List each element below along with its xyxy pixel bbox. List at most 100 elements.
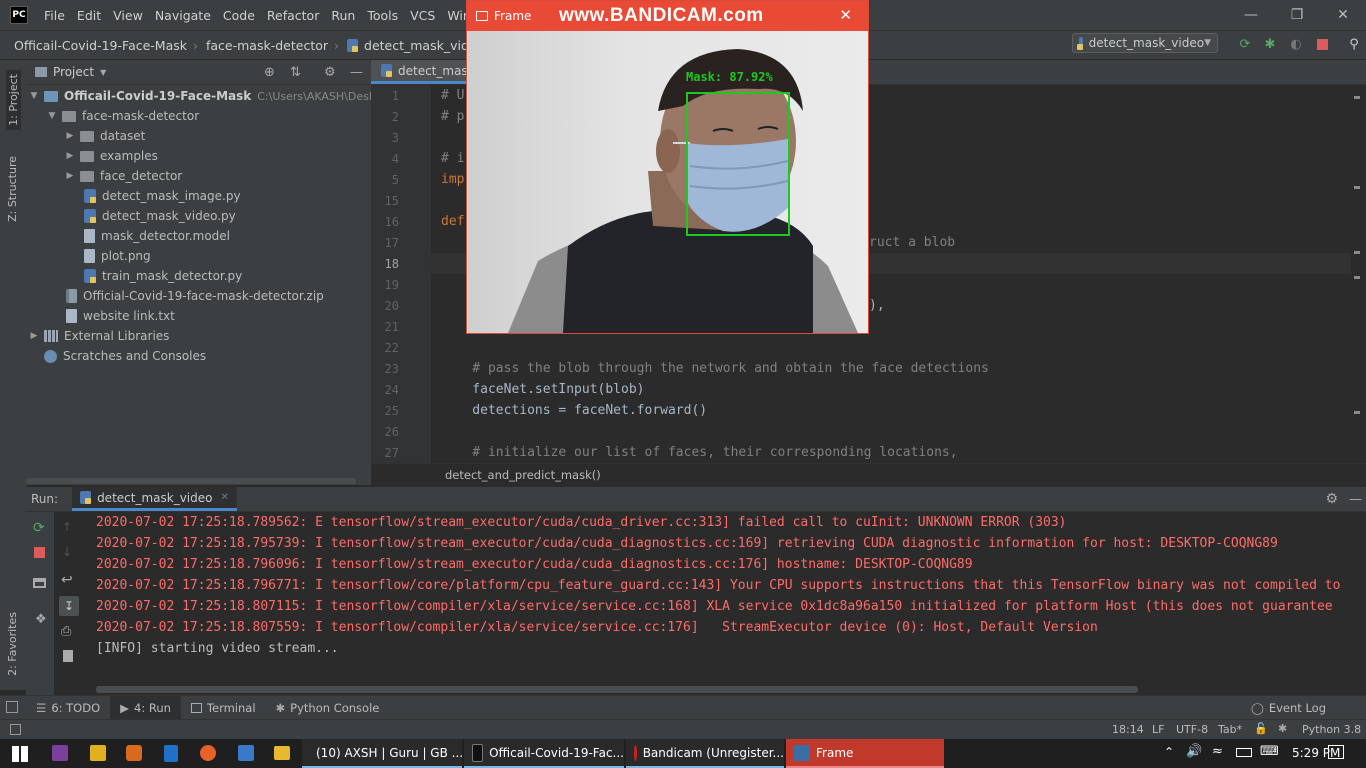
hide-icon[interactable]: — <box>1349 492 1362 507</box>
tab-python-console[interactable]: ✱ Python Console <box>266 696 390 720</box>
wifi-icon[interactable]: ≈ <box>1212 744 1223 759</box>
tree-item-detect-mask-image[interactable]: detect_mask_image.py <box>84 186 241 206</box>
tool-window-toggle-icon[interactable] <box>6 701 18 713</box>
menu-file[interactable]: File <box>38 8 71 23</box>
project-view-label[interactable]: Project <box>53 65 94 79</box>
sticky-notes-icon[interactable] <box>90 745 106 761</box>
taskbar-item-browser[interactable]: (10) AXSH | Guru | GB ... <box>302 739 463 768</box>
project-horizontal-scrollbar[interactable] <box>26 478 356 484</box>
run-pane-header: Run: detect_mask_video ✕ ⚙ — <box>26 487 1366 512</box>
file-encoding[interactable]: UTF-8 <box>1176 723 1208 736</box>
tree-item-face-mask-detector[interactable]: ▼ face-mask-detector <box>46 106 200 126</box>
collapse-icon[interactable]: ⇅ <box>290 65 301 80</box>
log-line: 2020-07-02 17:25:18.807115: I tensorflow… <box>96 599 1333 614</box>
python-file-icon <box>381 64 392 77</box>
stop-icon[interactable] <box>34 547 45 558</box>
project-tool-tab[interactable]: 1: Project <box>6 70 21 130</box>
trash-icon[interactable] <box>63 650 73 662</box>
onenote-icon[interactable] <box>52 745 68 761</box>
lock-icon[interactable]: 🔓 <box>1254 722 1268 735</box>
tree-item-external-libraries[interactable]: ▶ External Libraries <box>28 326 170 346</box>
tab-run[interactable]: ▶ 4: Run <box>110 696 181 720</box>
close-tab-icon[interactable]: ✕ <box>220 492 228 503</box>
tab-todo[interactable]: ☰ 6: TODO <box>26 696 110 720</box>
arrow-up-icon[interactable]: ↑ <box>62 520 72 534</box>
tree-item-mask-detector-model[interactable]: mask_detector.model <box>84 226 230 246</box>
arrow-down-icon[interactable]: ↓ <box>62 545 72 559</box>
run-horizontal-scrollbar[interactable] <box>96 686 1138 693</box>
frame-close-icon[interactable]: ✕ <box>839 6 852 24</box>
pin-icon[interactable]: ❖ <box>35 612 47 627</box>
coverage-icon[interactable]: ◐ <box>1288 36 1304 52</box>
menu-navigate[interactable]: Navigate <box>149 8 217 23</box>
python-icon: ✱ <box>275 701 286 715</box>
rerun-icon[interactable]: ⟳ <box>1237 36 1253 52</box>
taskbar-item-pycharm[interactable]: Officail-Covid-19-Fac... <box>464 739 624 768</box>
stop-icon[interactable] <box>1314 36 1330 52</box>
taskbar-item-bandicam[interactable]: Bandicam (Unregister... <box>626 739 784 768</box>
tree-item-scratches[interactable]: Scratches and Consoles <box>44 346 206 366</box>
menu-run[interactable]: Run <box>325 8 361 23</box>
locate-icon[interactable]: ⊕ <box>264 65 275 80</box>
menu-tools[interactable]: Tools <box>361 8 404 23</box>
chevron-down-icon[interactable]: ▼ <box>100 68 106 77</box>
chevron-up-icon[interactable]: ⌃ <box>1164 745 1174 759</box>
layout-icon[interactable] <box>33 578 46 588</box>
rerun-icon[interactable]: ⟳ <box>33 520 45 536</box>
run-tab[interactable]: detect_mask_video ✕ <box>72 487 237 511</box>
menu-refactor[interactable]: Refactor <box>261 8 325 23</box>
tab-terminal[interactable]: Terminal <box>181 696 266 720</box>
status-toggle-icon[interactable] <box>10 724 21 735</box>
search-icon[interactable]: ⚲ <box>1346 36 1362 52</box>
structure-tool-tab[interactable]: Z: Structure <box>6 156 19 222</box>
function-breadcrumb[interactable]: detect_and_predict_mask() <box>445 468 601 482</box>
breadcrumb-folder[interactable]: face-mask-detector › <box>202 38 343 53</box>
firefox-icon[interactable] <box>200 745 216 761</box>
menu-vcs[interactable]: VCS <box>404 8 441 23</box>
tree-item-zip[interactable]: Official-Covid-19-face-mask-detector.zip <box>66 286 324 306</box>
cursor-position[interactable]: 18:14 <box>1112 723 1144 736</box>
tree-item-detect-mask-video[interactable]: detect_mask_video.py <box>84 206 236 226</box>
editor-error-stripe[interactable] <box>1354 86 1360 461</box>
tree-item-dataset[interactable]: ▶ dataset <box>64 126 146 146</box>
tree-item-label: face-mask-detector <box>82 109 200 123</box>
battery-icon[interactable] <box>1236 748 1252 757</box>
minimize-button[interactable]: — <box>1228 0 1274 30</box>
tree-item-website-link[interactable]: website link.txt <box>66 306 175 326</box>
frame-title-bar[interactable]: Frame www.BANDICAM.com ✕ <box>467 1 868 31</box>
menu-view[interactable]: View <box>107 8 149 23</box>
scroll-to-end-icon[interactable]: ↧ <box>59 596 79 616</box>
phone-icon[interactable] <box>164 745 178 762</box>
action-center-icon[interactable] <box>1328 745 1344 759</box>
powerpoint-icon[interactable] <box>126 745 142 761</box>
event-log-button[interactable]: ◯ Event Log <box>1241 696 1336 720</box>
python-interpreter[interactable]: Python 3.8 <box>1302 723 1361 736</box>
frame-window[interactable]: Frame www.BANDICAM.com ✕ Mask: 87.92% <box>466 0 869 334</box>
indent-setting[interactable]: Tab* <box>1218 723 1242 736</box>
run-configuration-select[interactable]: detect_mask_video ▼ <box>1072 33 1218 53</box>
gear-icon[interactable]: ⚙ <box>1325 491 1338 507</box>
tree-root[interactable]: ▼ Officail-Covid-19-Face-Mask C:\Users\A… <box>28 86 371 106</box>
debug-icon[interactable]: ✱ <box>1262 36 1278 52</box>
line-separator[interactable]: LF <box>1152 723 1164 736</box>
keyboard-icon[interactable]: ⌨ <box>1260 744 1279 759</box>
tree-item-face-detector[interactable]: ▶ face_detector <box>64 166 183 186</box>
favorites-tool-tab[interactable]: 2: Favorites <box>6 612 19 676</box>
taskbar-item-frame[interactable]: Frame <box>786 739 944 768</box>
menu-code[interactable]: Code <box>217 8 261 23</box>
breadcrumb-project[interactable]: Officail-Covid-19-Face-Mask › <box>0 38 202 53</box>
maximize-button[interactable]: ❐ <box>1274 0 1320 30</box>
print-icon[interactable]: ⎙ <box>61 624 71 639</box>
tree-item-plot-png[interactable]: plot.png <box>84 246 151 266</box>
file-explorer-icon[interactable] <box>274 746 290 760</box>
soft-wrap-icon[interactable]: ↩ <box>61 572 73 588</box>
gear-icon[interactable]: ⚙ <box>324 65 336 80</box>
close-button[interactable]: ✕ <box>1320 0 1366 30</box>
tree-item-train-mask-detector[interactable]: train_mask_detector.py <box>84 266 242 286</box>
tree-item-examples[interactable]: ▶ examples <box>64 146 158 166</box>
menu-edit[interactable]: Edit <box>71 8 107 23</box>
store-icon[interactable] <box>238 745 254 761</box>
volume-icon[interactable]: 🔊 <box>1186 744 1202 759</box>
hide-icon[interactable]: — <box>350 65 363 80</box>
windows-start-icon[interactable] <box>12 746 28 762</box>
